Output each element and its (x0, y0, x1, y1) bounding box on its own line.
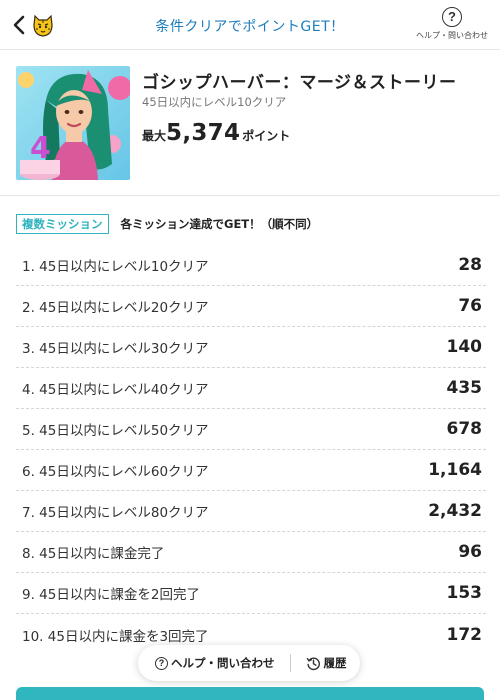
mission-points: 678 (446, 419, 483, 439)
history-clock-icon (306, 657, 320, 670)
history-button[interactable]: 履歴 (306, 655, 347, 671)
mission-label: 3. 45日以内にレベル30クリア (22, 341, 209, 357)
offer-title: ゴシップハーバー：マージ＆ストーリー (142, 73, 457, 93)
max-points-unit: ポイント (242, 129, 291, 143)
footer-help-button[interactable]: ? ヘルプ・問い合わせ (155, 655, 275, 671)
multi-mission-badge: 複数ミッション (16, 214, 109, 234)
max-points-prefix: 最大 (142, 129, 167, 143)
help-button[interactable]: ? ヘルプ・問い合わせ (412, 7, 492, 45)
help-label: ヘルプ・問い合わせ (416, 31, 488, 40)
mission-points: 140 (446, 337, 483, 357)
question-circle-icon: ? (442, 7, 462, 27)
mission-points: 96 (458, 542, 482, 562)
mission-row: 1. 45日以内にレベル10クリア 28 (16, 245, 486, 286)
mission-points: 172 (446, 624, 483, 645)
question-circle-icon: ? (155, 656, 168, 670)
mission-header: 複数ミッション 各ミッション達成でGET！（順不同） (16, 213, 318, 235)
mission-row: 7. 45日以内にレベル80クリア 2,432 (16, 491, 486, 532)
mission-row: 5. 45日以内にレベル50クリア 678 (16, 409, 486, 450)
mission-note: 各ミッション達成でGET！（順不同） (120, 217, 319, 231)
offer-condition: 45日以内にレベル10クリア (142, 95, 287, 109)
mission-row: 4. 45日以内にレベル40クリア 435 (16, 368, 486, 409)
mission-row: 9. 45日以内に課金を2回完了 153 (16, 573, 486, 614)
mission-label: 10. 45日以内に課金を3回完了 (22, 628, 209, 645)
mission-label: 6. 45日以内にレベル60クリア (22, 464, 209, 480)
mission-row: 3. 45日以内にレベル30クリア 140 (16, 327, 486, 368)
mission-row: 2. 45日以内にレベル20クリア 76 (16, 286, 486, 327)
history-label: 履歴 (323, 656, 347, 670)
divider (289, 654, 291, 672)
mission-points: 2,432 (428, 501, 482, 521)
mission-label: 4. 45日以内にレベル40クリア (22, 382, 209, 398)
mission-label: 5. 45日以内にレベル50クリア (22, 423, 209, 439)
mission-points: 435 (446, 378, 483, 398)
floating-action-pill: ? ヘルプ・問い合わせ 履歴 (138, 645, 360, 681)
mission-points: 153 (446, 583, 483, 603)
mission-row: 6. 45日以内にレベル60クリア 1,164 (16, 450, 486, 491)
mission-points: 76 (458, 296, 482, 316)
svg-text:4: 4 (30, 131, 51, 166)
max-points-value: 5,374 (166, 120, 241, 146)
mission-points: 28 (458, 255, 482, 275)
mission-label: 9. 45日以内に課金を2回完了 (22, 587, 200, 603)
offer-card: 4 ゴシップハーバー：マージ＆ストーリー 45日以内にレベル10クリア 最大5,… (0, 50, 500, 196)
mission-label: 8. 45日以内に課金完了 (22, 546, 165, 562)
mission-label: 2. 45日以内にレベル20クリア (22, 300, 209, 316)
max-points: 最大5,374 ポイント (142, 120, 290, 146)
app-header: 条件クリアでポイントGET！ ? ヘルプ・問い合わせ (0, 0, 500, 50)
mission-list: 1. 45日以内にレベル10クリア 28 2. 45日以内にレベル20クリア 7… (16, 245, 486, 655)
cta-button[interactable] (16, 687, 484, 700)
mission-label: 7. 45日以内にレベル80クリア (22, 505, 209, 521)
mission-row: 8. 45日以内に課金完了 96 (16, 532, 486, 573)
mission-points: 1,164 (428, 460, 482, 480)
game-thumbnail: 4 (16, 66, 130, 180)
footer-help-label: ヘルプ・問い合わせ (171, 656, 275, 670)
mission-label: 1. 45日以内にレベル10クリア (22, 259, 209, 275)
